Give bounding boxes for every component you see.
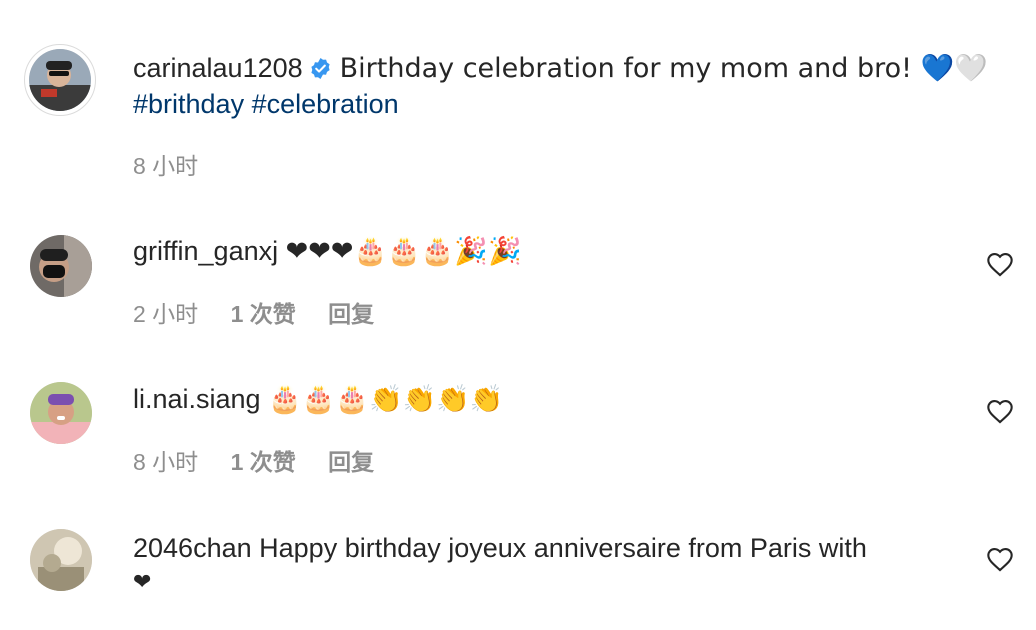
comment-line: 2046chan Happy birthday joyeux anniversa… [133,531,867,565]
avatar-image [29,49,91,111]
comment-username[interactable]: 2046chan [133,533,252,563]
comment-time: 2 小时 [133,301,199,327]
avatar[interactable] [30,235,92,297]
comment-text: 🎂🎂🎂👏👏👏👏 [268,384,504,415]
avatar-image [30,529,92,591]
post-time: 8 小时 [133,153,199,179]
reply-button[interactable]: 回复 [328,301,374,327]
comment-username[interactable]: li.nai.siang [133,384,261,414]
comment-likes[interactable]: 1 次赞 [231,449,296,475]
post-username[interactable]: carinalau1208 [133,53,303,83]
avatar-image [30,235,92,297]
comment-likes[interactable]: 1 次赞 [231,301,296,327]
comment-text: ❤❤❤🎂🎂🎂🎉🎉 [285,236,522,267]
avatar-image [30,382,92,444]
heart-outline-icon[interactable] [986,546,1014,572]
comment-meta: 2 小时 1 次赞 回复 [133,299,400,329]
avatar[interactable] [30,529,92,591]
caption-line: carinalau1208 Birthday celebration for my… [133,51,988,86]
comment-text: Happy birthday joyeux anniversaire from … [259,533,867,563]
comment-line: griffin_ganxj ❤❤❤🎂🎂🎂🎉🎉 [133,234,522,269]
comment-line: li.nai.siang 🎂🎂🎂👏👏👏👏 [133,382,503,417]
reply-button[interactable]: 回复 [328,449,374,475]
avatar[interactable] [30,382,92,444]
comment-username[interactable]: griffin_ganxj [133,236,278,266]
avatar[interactable] [29,49,91,111]
comment-time: 8 小时 [133,449,199,475]
heart-outline-icon[interactable] [986,398,1014,424]
heart-outline-icon[interactable] [986,251,1014,277]
comment-text-continued: ❤ [133,570,152,595]
post-meta: 8 小时 [133,151,224,181]
caption-text: Birthday celebration for my mom and bro!… [339,53,988,84]
hashtags[interactable]: #brithday #celebration [133,87,399,121]
comment-meta: 8 小时 1 次赞 回复 [133,447,400,477]
verified-badge-icon [309,54,332,80]
